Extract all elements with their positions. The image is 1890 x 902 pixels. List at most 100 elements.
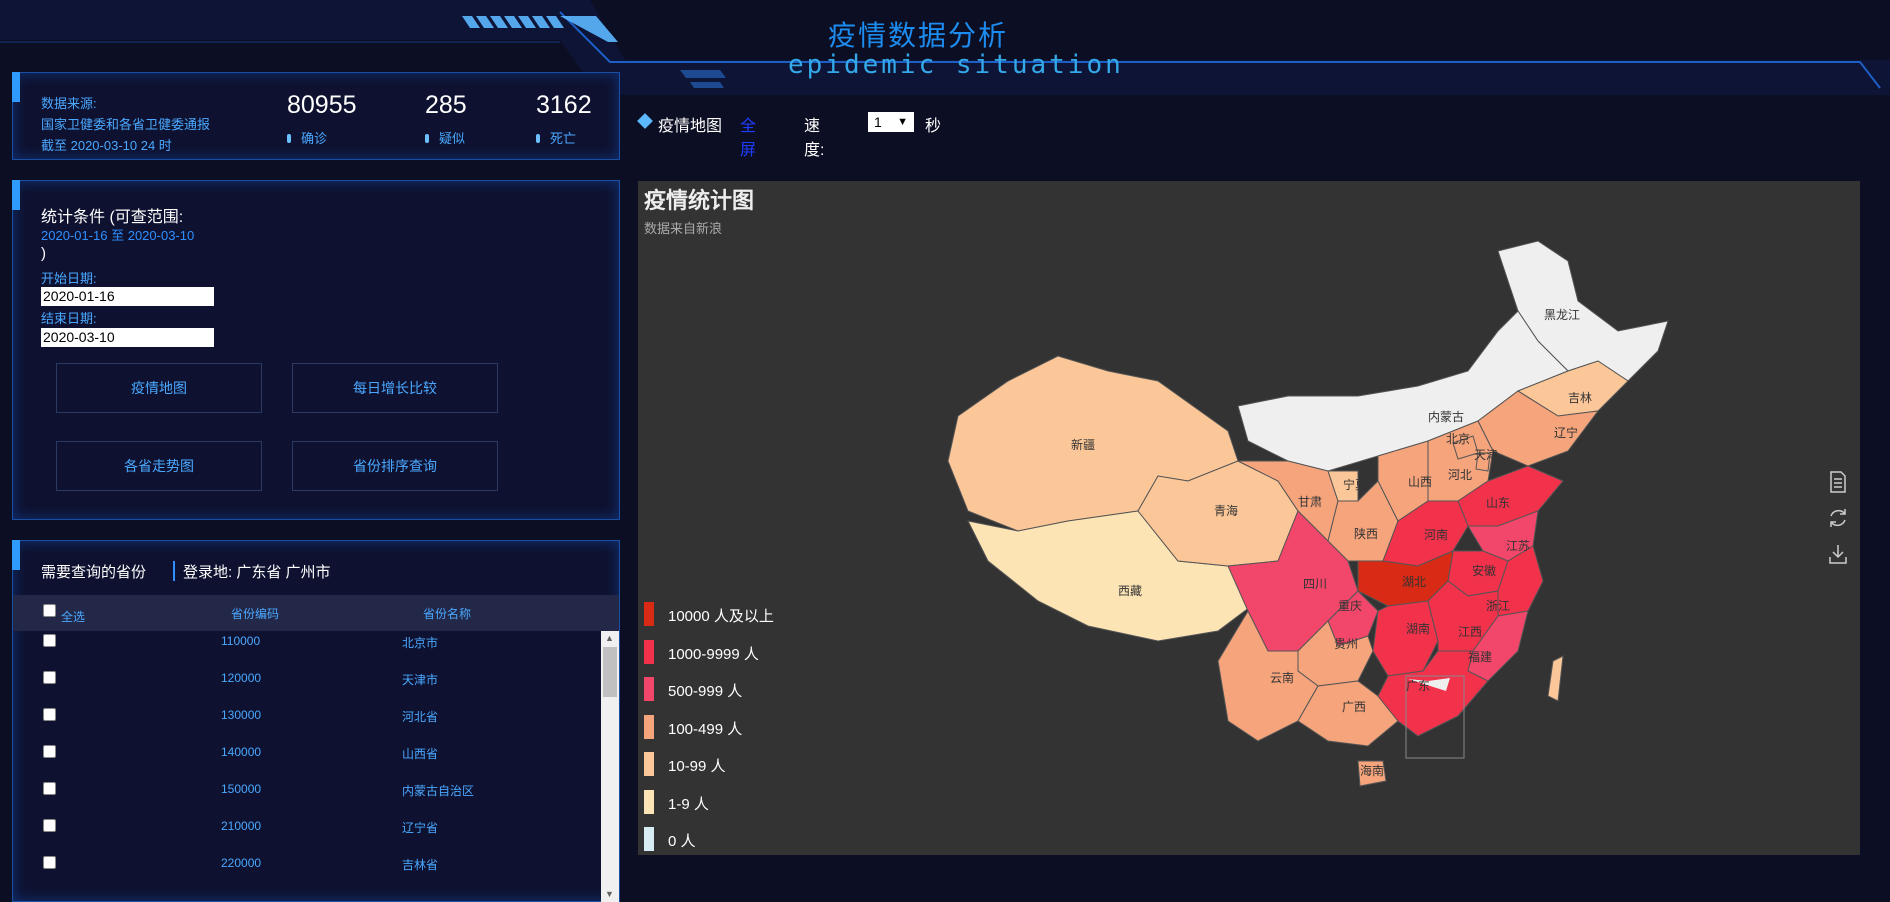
row-checkbox[interactable] (43, 634, 56, 647)
legend-swatch (644, 789, 654, 814)
province-name: 山西省 (402, 747, 439, 761)
row-checkbox[interactable] (43, 782, 56, 795)
speed-label: 速度: (804, 118, 825, 159)
row-checkbox[interactable] (43, 819, 56, 832)
china-map: 黑龙江 吉林 辽宁 内蒙古 北京 天津 河北 山西 宁夏 甘肃 新疆 青海 西藏… (947, 240, 1669, 787)
legend-swatch (644, 752, 654, 776)
province-code: 130000 (221, 708, 262, 722)
svg-text:云南: 云南 (1270, 670, 1294, 685)
stat-label: 疑似 (425, 128, 467, 147)
svg-text:内蒙古: 内蒙古 (1428, 409, 1464, 424)
end-date-label: 结束日期: (41, 311, 97, 326)
stat-value: 285 (425, 91, 467, 119)
stat-suspected: 285 疑似 (425, 91, 467, 147)
svg-text:黑龙江: 黑龙江 (1544, 308, 1580, 322)
column-code: 省份编码 (231, 607, 280, 621)
row-checkbox[interactable] (43, 671, 56, 684)
province-name: 天津市 (402, 673, 439, 687)
province-code: 140000 (221, 745, 262, 759)
province-name: 吉林省 (402, 858, 439, 872)
conditions-panel: 统计条件 (可查范围: 2020-01-16 至 2020-03-10 ) 开始… (12, 180, 620, 520)
scroll-up-icon[interactable]: ▲ (605, 633, 614, 643)
svg-text:山东: 山东 (1486, 496, 1510, 510)
legend-swatch (644, 602, 654, 626)
fullscreen-link[interactable]: 全屏 (740, 112, 756, 160)
svg-text:北京: 北京 (1446, 432, 1470, 446)
svg-text:甘肃: 甘肃 (1298, 495, 1322, 509)
cube-icon (637, 113, 653, 129)
map-toolbar-title: 疫情地图 (658, 118, 723, 135)
bullet-icon (287, 134, 291, 143)
svg-text:新疆: 新疆 (1071, 437, 1095, 452)
column-name: 省份名称 (423, 607, 472, 621)
table-header: 全选 省份编码 省份名称 (13, 595, 619, 631)
province-code: 150000 (221, 782, 262, 796)
svg-text:江苏: 江苏 (1506, 539, 1530, 553)
stat-value: 3162 (536, 91, 592, 119)
legend-swatch (644, 827, 654, 851)
chart-toolbox (1826, 471, 1850, 579)
source-label: 数据来源: (41, 96, 97, 111)
row-checkbox[interactable] (43, 856, 56, 869)
divider (173, 561, 175, 581)
province-trend-button[interactable]: 各省走势图 (56, 441, 262, 491)
svg-text:四川: 四川 (1303, 577, 1327, 591)
table-scrollbar[interactable]: ▲ ▼ (601, 631, 619, 902)
save-image-icon[interactable] (1826, 543, 1850, 567)
svg-text:海南: 海南 (1360, 763, 1384, 778)
panel-corner (12, 540, 20, 570)
end-date-input[interactable]: 2020-03-10 (41, 328, 214, 347)
restore-icon[interactable] (1826, 507, 1850, 531)
bullet-icon (536, 134, 540, 143)
table-row: 140000 山西省 (13, 745, 601, 782)
panel-corner (12, 72, 20, 102)
select-all-label: 全选 (61, 610, 86, 624)
table-row: 220000 吉林省 (13, 856, 601, 893)
summary-panel: 数据来源: 国家卫健委和各省卫健委通报 截至 2020-03-10 24 时 8… (12, 72, 620, 160)
bullet-icon (425, 134, 429, 143)
province-name: 内蒙古自治区 (402, 784, 475, 798)
epidemic-map-button[interactable]: 疫情地图 (56, 363, 262, 413)
select-all-checkbox[interactable] (43, 604, 56, 617)
scroll-thumb[interactable] (603, 647, 617, 697)
conditions-close: ) (41, 245, 46, 262)
legend-swatch (644, 714, 654, 739)
dropdown-arrow-icon: ▼ (897, 116, 908, 128)
svg-text:湖南: 湖南 (1406, 621, 1430, 636)
query-title: 需要查询的省份 (41, 564, 147, 581)
province-query-panel: 需要查询的省份 登录地: 广东省 广州市 全选 省份编码 省份名称 110000… (12, 540, 620, 902)
row-checkbox[interactable] (43, 745, 56, 758)
svg-text:浙江: 浙江 (1486, 599, 1510, 613)
svg-text:宁夏: 宁夏 (1343, 477, 1367, 492)
data-source: 数据来源: 国家卫健委和各省卫健委通报 截至 2020-03-10 24 时 (41, 93, 210, 156)
province-name: 河北省 (402, 710, 439, 724)
province-name: 北京市 (402, 636, 439, 650)
province-rank-button[interactable]: 省份排序查询 (292, 441, 498, 491)
conditions-title: 统计条件 (可查范围: (41, 209, 184, 226)
table-row: 150000 内蒙古自治区 (13, 782, 601, 819)
page-subtitle: epidemic situation (788, 50, 1124, 80)
svg-text:陕西: 陕西 (1354, 526, 1378, 541)
page-title: 疫情数据分析 (828, 20, 1009, 51)
svg-text:吉林: 吉林 (1568, 391, 1592, 405)
stat-label: 确诊 (287, 128, 357, 147)
svg-text:湖北: 湖北 (1402, 574, 1426, 589)
speed-select[interactable]: 1 ▼ (868, 112, 914, 132)
data-view-icon[interactable] (1826, 471, 1850, 495)
source-name: 国家卫健委和各省卫健委通报 (41, 117, 211, 132)
epidemic-map-chart: 疫情统计图 数据来自新浪 黑龙江 吉林 辽宁 内蒙古 北京 天津 河北 山西 宁… (638, 181, 1860, 855)
start-date-input[interactable]: 2020-01-16 (41, 287, 214, 306)
table-row: 120000 天津市 (13, 671, 601, 708)
svg-text:河北: 河北 (1448, 468, 1472, 482)
daily-growth-button[interactable]: 每日增长比较 (292, 363, 498, 413)
table-row: 130000 河北省 (13, 708, 601, 745)
scroll-down-icon[interactable]: ▼ (605, 889, 614, 899)
row-checkbox[interactable] (43, 708, 56, 721)
legend-swatch (644, 677, 654, 701)
svg-text:安徽: 安徽 (1472, 563, 1496, 578)
province-code: 210000 (221, 819, 262, 833)
as-of-date: 截至 2020-03-10 24 时 (41, 138, 172, 153)
province-code: 120000 (221, 671, 262, 685)
speed-unit: 秒 (925, 118, 942, 135)
conditions-range: 2020-01-16 至 2020-03-10 (41, 228, 195, 243)
